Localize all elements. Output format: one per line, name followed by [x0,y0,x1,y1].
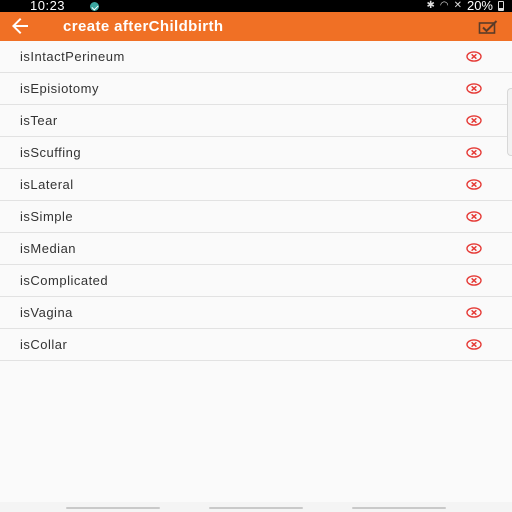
arrow-left-icon[interactable] [8,14,32,38]
check-box-icon[interactable] [478,19,498,35]
remove-circle-icon[interactable] [466,147,482,158]
page-title: create afterChildbirth [63,18,224,35]
field-label: isCollar [20,337,68,352]
field-label: isTear [20,113,58,128]
remove-circle-icon[interactable] [466,307,482,318]
field-label: isScuffing [20,145,82,160]
remove-circle-icon[interactable] [466,83,482,94]
app-notification-icon [90,2,99,11]
status-icons: ✱ ◠ ✕ 20% [426,0,504,12]
list-item[interactable]: isMedian [0,233,512,265]
field-label: isEpisiotomy [20,81,99,96]
mute-icon: ✕ [453,0,462,11]
remove-circle-icon[interactable] [466,339,482,350]
field-label: isMedian [20,241,77,256]
battery-icon [498,1,504,11]
screen: 10:23 ✱ ◠ ✕ 20% create afterChildbirth i… [0,0,512,512]
list-item[interactable]: isSimple [0,201,512,233]
status-time: 10:23 [30,0,66,13]
scroll-handle[interactable] [507,88,512,156]
list-item[interactable]: isTear [0,105,512,137]
remove-circle-icon[interactable] [466,275,482,286]
field-label: isSimple [20,209,74,224]
remove-circle-icon[interactable] [466,51,482,62]
field-list: isIntactPerineum isEpisiotomy isTear isScuf… [0,41,512,361]
field-label: isLateral [20,177,74,192]
list-item[interactable]: isVagina [0,297,512,329]
list-item[interactable]: isIntactPerineum [0,41,512,73]
nav-hint-center [209,507,303,509]
remove-circle-icon[interactable] [466,179,482,190]
remove-circle-icon[interactable] [466,243,482,254]
bluetooth-icon: ✱ [426,0,435,11]
list-item[interactable]: isComplicated [0,265,512,297]
navigation-bar [0,502,512,512]
remove-circle-icon[interactable] [466,211,482,222]
nav-hint-left [66,507,160,509]
nav-hint-right [352,507,446,509]
list-item[interactable]: isCollar [0,329,512,361]
list-item[interactable]: isLateral [0,169,512,201]
field-label: isComplicated [20,273,109,288]
list-item[interactable]: isEpisiotomy [0,73,512,105]
wifi-icon: ◠ [439,0,449,11]
list-item[interactable]: isScuffing [0,137,512,169]
battery-percent: 20% [466,0,493,13]
field-label: isVagina [20,305,73,320]
field-label: isIntactPerineum [20,49,125,64]
remove-circle-icon[interactable] [466,115,482,126]
status-bar: 10:23 ✱ ◠ ✕ 20% [0,0,512,12]
app-bar: create afterChildbirth [0,12,512,41]
